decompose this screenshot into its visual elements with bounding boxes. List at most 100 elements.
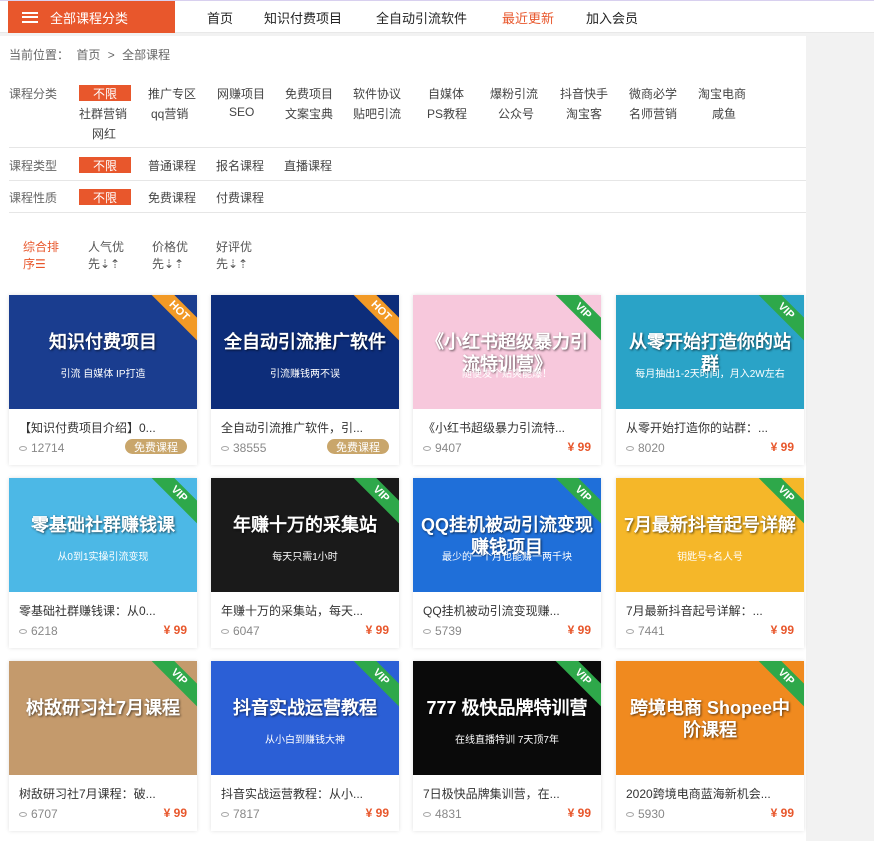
eye-icon [19,628,27,634]
sort-rating[interactable]: 好评优 先⇣⇡ [216,239,252,273]
course-card[interactable]: QQ挂机被动引流变现赚钱项目 最少的一个月也能赚一两千块 VIP QQ挂机被动引流变现… [413,478,601,648]
category-option[interactable]: 推广专区 [148,85,196,102]
category-option[interactable]: 爆粉引流 [490,85,538,102]
course-card[interactable]: 零基础社群赚钱课 从0到1实操引流变现 VIP 零基础社群赚钱课：从0... 6218 ¥… [9,478,197,648]
category-option[interactable]: 网红 [92,125,116,142]
course-thumbnail[interactable]: 从零开始打造你的站群 每月抽出1-2天时间，月入2W左右 VIP [616,295,804,409]
view-count-value: 7441 [638,624,665,638]
course-title[interactable]: 抖音实战运营教程：从小... [221,785,391,802]
course-title[interactable]: 2020跨境电商蓝海新机会... [626,785,796,802]
sort-label: 人气优 [88,240,125,254]
course-price: ¥ 99 [567,623,591,637]
course-thumbnail[interactable]: 《小红书超级暴力引流特训营》 随便发个贴爽能爆！ VIP [413,295,601,409]
course-thumbnail[interactable]: 全自动引流推广软件 引流赚钱两不误 HOT [211,295,399,409]
course-title[interactable]: 【知识付费项目介绍】0... [19,419,189,436]
eye-icon [626,811,634,817]
course-thumbnail[interactable]: 7月最新抖音起号详解 钥匙号+名人号 VIP [616,478,804,592]
sort-price[interactable]: 价格优 先⇣⇡ [152,239,188,273]
type-option[interactable]: 直播课程 [284,157,332,174]
eye-icon [423,628,431,634]
nav-auto-traffic-software[interactable]: 全自动引流软件 [376,1,467,33]
view-count-value: 7817 [233,807,260,821]
nav-knowledge-paid[interactable]: 知识付费项目 [264,1,342,33]
category-option[interactable]: PS教程 [427,105,467,122]
thumbnail-title: 树敌研习社7月课程 [25,698,180,718]
course-title[interactable]: 从零开始打造你的站群：... [626,419,796,436]
course-price: ¥ 99 [163,623,187,637]
course-title[interactable]: 树敌研习社7月课程：破... [19,785,189,802]
all-categories-label: 全部课程分类 [50,10,129,26]
course-card[interactable]: 树敌研习社7月课程 VIP 树敌研习社7月课程：破... 6707 ¥ 99 [9,661,197,831]
nav-home[interactable]: 首页 [207,1,233,33]
top-nav-bar: 全部课程分类 首页 知识付费项目 全自动引流软件 最近更新 加入会员 [0,0,874,33]
category-option[interactable]: 公众号 [498,105,534,122]
thumbnail-title: 抖音实战运营教程 [233,698,377,718]
nature-option[interactable]: 付费课程 [216,189,264,206]
category-option-unlimited[interactable]: 不限 [79,85,131,101]
course-card[interactable]: 年赚十万的采集站 每天只需1小时 VIP 年赚十万的采集站，每天... 6047 ¥ 99 [211,478,399,648]
nature-option[interactable]: 免费课程 [148,189,196,206]
course-title[interactable]: 7日极快品牌集训营，在... [423,785,593,802]
filter-divider [9,147,806,148]
course-card[interactable]: 知识付费项目 引流 自媒体 IP打造 HOT 【知识付费项目介绍】0... 12714 免… [9,295,197,465]
category-option[interactable]: SEO [229,105,254,119]
category-option[interactable]: 网赚项目 [217,85,265,102]
type-option-unlimited[interactable]: 不限 [79,157,131,173]
course-title[interactable]: 《小红书超级暴力引流特... [423,419,593,436]
nav-join-member[interactable]: 加入会员 [586,1,638,33]
course-thumbnail[interactable]: 跨境电商 Shopee中阶课程 VIP [616,661,804,775]
eye-icon [626,445,634,451]
sort-comprehensive[interactable]: 综合排 序☰ [23,239,59,273]
course-thumbnail[interactable]: 零基础社群赚钱课 从0到1实操引流变现 VIP [9,478,197,592]
course-card[interactable]: 全自动引流推广软件 引流赚钱两不误 HOT 全自动引流推广软件，引... 38555 免费… [211,295,399,465]
view-count-value: 4831 [435,807,462,821]
course-card[interactable]: 《小红书超级暴力引流特训营》 随便发个贴爽能爆！ VIP 《小红书超级暴力引流特...… [413,295,601,465]
course-title[interactable]: 零基础社群赚钱课：从0... [19,602,189,619]
nav-recent-updates[interactable]: 最近更新 [502,1,554,33]
category-option[interactable]: 名师营销 [629,105,677,122]
free-course-badge: 免费课程 [125,439,187,454]
type-option[interactable]: 普通课程 [148,157,196,174]
thumbnail-subtitle: 最少的一个月也能赚一两千块 [442,552,572,563]
all-categories-button[interactable]: 全部课程分类 [8,1,175,33]
course-card[interactable]: 跨境电商 Shopee中阶课程 VIP 2020跨境电商蓝海新机会... 5930 ¥ … [616,661,804,831]
category-option[interactable]: 自媒体 [428,85,464,102]
category-option[interactable]: 淘宝电商 [698,85,746,102]
course-title[interactable]: 7月最新抖音起号详解：... [626,602,796,619]
view-count: 38555 [221,441,266,455]
category-option[interactable]: qq营销 [151,105,188,122]
breadcrumb-home[interactable]: 首页 [76,48,100,62]
filter-divider [9,212,806,213]
category-option[interactable]: 免费项目 [285,85,333,102]
course-thumbnail[interactable]: 树敌研习社7月课程 VIP [9,661,197,775]
eye-icon [423,811,431,817]
course-title[interactable]: 全自动引流推广软件，引... [221,419,391,436]
sort-label: 先⇣⇡ [88,257,121,271]
course-thumbnail[interactable]: 年赚十万的采集站 每天只需1小时 VIP [211,478,399,592]
course-thumbnail[interactable]: 知识付费项目 引流 自媒体 IP打造 HOT [9,295,197,409]
free-course-badge: 免费课程 [327,439,389,454]
course-card[interactable]: 7月最新抖音起号详解 钥匙号+名人号 VIP 7月最新抖音起号详解：... 7441 ¥ … [616,478,804,648]
breadcrumb-prefix: 当前位置： [9,48,70,62]
sort-popularity[interactable]: 人气优 先⇣⇡ [88,239,124,273]
category-option[interactable]: 微商必学 [629,85,677,102]
category-option[interactable]: 咸鱼 [712,105,736,122]
thumbnail-title: 知识付费项目 [49,332,157,352]
category-option[interactable]: 贴吧引流 [353,105,401,122]
course-card[interactable]: 777 极快品牌特训营 在线直播特训 7天顶7年 VIP 7日极快品牌集训营，在...… [413,661,601,831]
category-option[interactable]: 抖音快手 [560,85,608,102]
category-option[interactable]: 淘宝客 [566,105,602,122]
category-option[interactable]: 软件协议 [353,85,401,102]
type-option[interactable]: 报名课程 [216,157,264,174]
course-title[interactable]: QQ挂机被动引流变现赚... [423,602,593,619]
course-card[interactable]: 从零开始打造你的站群 每月抽出1-2天时间，月入2W左右 VIP 从零开始打造你的站群… [616,295,804,465]
course-thumbnail[interactable]: 777 极快品牌特训营 在线直播特训 7天顶7年 VIP [413,661,601,775]
course-thumbnail[interactable]: 抖音实战运营教程 从小白到赚钱大神 VIP [211,661,399,775]
course-title[interactable]: 年赚十万的采集站，每天... [221,602,391,619]
nature-option-unlimited[interactable]: 不限 [79,189,131,205]
course-card[interactable]: 抖音实战运营教程 从小白到赚钱大神 VIP 抖音实战运营教程：从小... 7817 ¥ 9… [211,661,399,831]
category-option[interactable]: 文案宝典 [285,105,333,122]
course-thumbnail[interactable]: QQ挂机被动引流变现赚钱项目 最少的一个月也能赚一两千块 VIP [413,478,601,592]
category-option[interactable]: 社群营销 [79,105,127,122]
view-count: 5739 [423,624,462,638]
